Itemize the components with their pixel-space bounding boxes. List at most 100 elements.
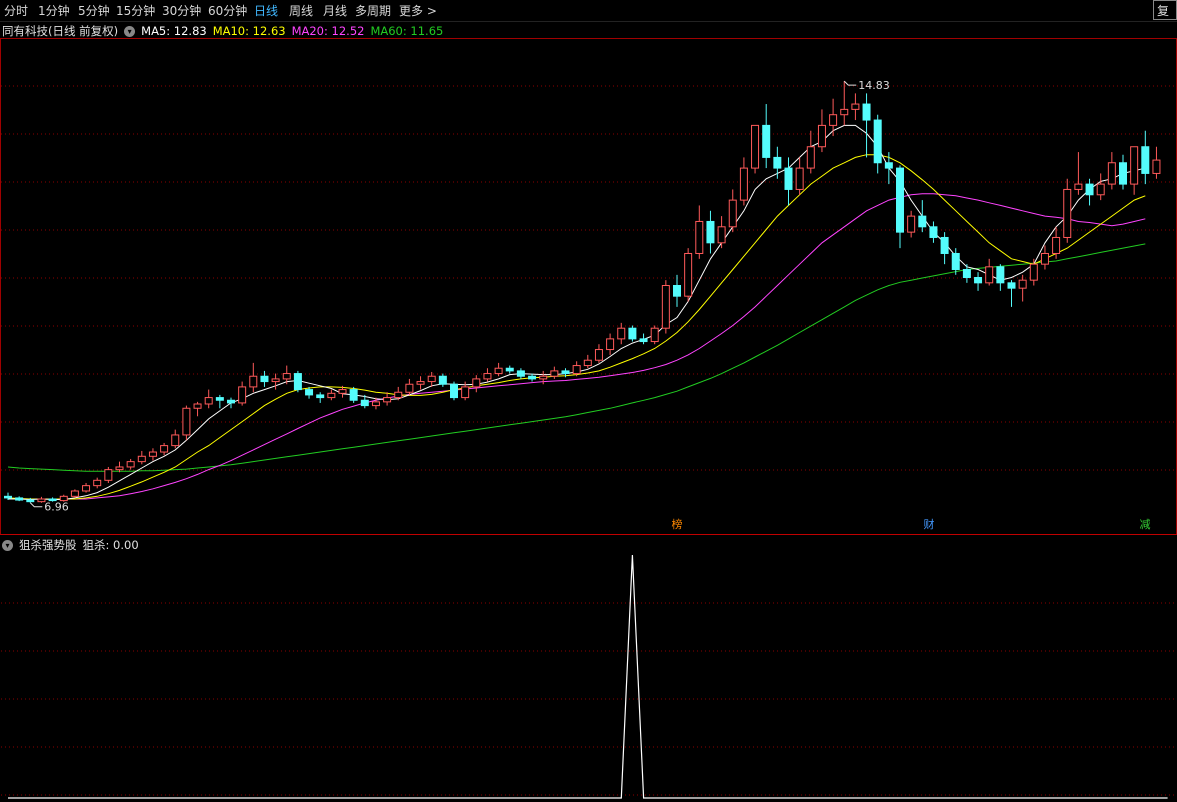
period-tab-4[interactable]: 30分钟	[162, 2, 201, 19]
period-tab-7[interactable]: 周线	[289, 2, 313, 19]
candle-body-down	[784, 167, 793, 190]
candle-body-up	[661, 285, 670, 329]
candle-body-up	[840, 108, 849, 116]
candle-body-down	[940, 236, 949, 254]
candle-body-up	[182, 407, 191, 436]
candle-body-up	[806, 146, 815, 169]
candle-body-down	[293, 373, 302, 391]
period-tab-0[interactable]: 分时	[4, 2, 28, 19]
period-tab-6[interactable]: 日线	[254, 2, 278, 19]
candle-body-down	[884, 162, 893, 169]
candle-body-down	[260, 375, 269, 383]
candle-body-down	[896, 167, 904, 233]
candle-body-down	[1141, 146, 1150, 174]
candle-body-up	[193, 403, 202, 409]
candle-body-down	[561, 370, 570, 375]
candle-body-up	[394, 391, 403, 399]
candle-body-down	[929, 226, 938, 238]
candle-body-up	[371, 401, 380, 407]
ma60-line	[7, 243, 1146, 472]
candle-body-up	[1018, 279, 1027, 289]
candle-body-up	[494, 367, 503, 375]
candle-body-down	[15, 497, 24, 501]
candle-body-up	[282, 373, 291, 380]
low-price-label: 6.96	[44, 501, 69, 514]
candle-body-up	[238, 386, 247, 404]
candle-body-up	[171, 434, 180, 447]
period-tab-2[interactable]: 5分钟	[78, 2, 110, 19]
period-tab-3[interactable]: 15分钟	[116, 2, 155, 19]
candle-body-down	[215, 397, 224, 401]
candle-body-up	[115, 466, 124, 471]
low-pointer	[29, 502, 43, 508]
candle-body-up	[160, 445, 169, 453]
candle-body-up	[1063, 188, 1072, 238]
candle-body-down	[1007, 282, 1016, 289]
candle-body-up	[617, 327, 626, 340]
candle-body-down	[305, 389, 314, 396]
high-pointer	[843, 80, 857, 86]
candle-body-down	[438, 375, 447, 385]
candle-body-down	[505, 367, 514, 372]
candle-body-up	[829, 114, 838, 126]
candle-body-up	[126, 461, 135, 468]
candle-body-down	[450, 383, 458, 399]
candle-body-down	[316, 394, 325, 399]
candle-body-up	[427, 375, 436, 383]
period-tab-1[interactable]: 1分钟	[38, 2, 70, 19]
candle-body-up	[461, 386, 470, 399]
candle-body-up	[550, 370, 559, 377]
candle-body-up	[1152, 159, 1161, 174]
candle-body-down	[628, 327, 637, 340]
candle-body-down	[26, 499, 35, 503]
candle-body-down	[996, 266, 1005, 284]
candle-body-down	[1085, 183, 1094, 196]
candlestick-chart[interactable]: 14.83 6.96	[0, 0, 1177, 802]
candle-body-up	[1107, 162, 1116, 185]
candle-body-up	[1029, 263, 1038, 281]
candle-body-up	[985, 266, 994, 284]
candle-body-up	[483, 373, 492, 380]
event-marker-jian[interactable]: 减	[1138, 518, 1152, 532]
candle-body-down	[516, 370, 525, 377]
signal-line	[8, 554, 1168, 799]
candle-body-up	[1040, 252, 1049, 265]
period-tab-5[interactable]: 60分钟	[208, 2, 247, 19]
candle-body-up	[104, 469, 113, 481]
candle-body-up	[93, 479, 102, 487]
settings-circle-icon[interactable]: ▾	[124, 26, 136, 37]
sub-settings-circle-icon[interactable]: ▾	[2, 540, 13, 551]
restore-button[interactable]: 复权	[1153, 0, 1177, 20]
candle-body-down	[48, 498, 57, 502]
high-price-label: 14.83	[858, 79, 890, 92]
period-tab-10[interactable]: 更多 >	[399, 2, 437, 19]
candle-body-up	[795, 167, 804, 190]
candle-body-down	[706, 220, 715, 244]
ma20-line	[8, 193, 1146, 500]
candle-body-down	[360, 399, 369, 407]
candle-body-up	[416, 381, 425, 385]
candle-body-up	[472, 378, 481, 388]
ma5-label: MA5: 12.83	[141, 24, 207, 38]
period-tab-9[interactable]: 多周期	[355, 2, 391, 19]
candle-body-up	[907, 215, 916, 233]
candle-body-up	[606, 338, 615, 351]
candle-body-up	[82, 485, 91, 492]
candle-body-down	[773, 156, 782, 169]
ma10-line	[7, 154, 1146, 500]
indicator-value: 狙杀: 0.00	[82, 538, 139, 552]
candle-body-up	[739, 167, 748, 201]
event-marker-bang[interactable]: 榜	[670, 518, 684, 532]
candle-body-down	[918, 215, 927, 228]
event-marker-cai[interactable]: 财	[922, 518, 936, 532]
candle-body-up	[137, 455, 146, 463]
candle-body-up	[728, 199, 737, 228]
candle-body-up	[851, 103, 860, 110]
candle-body-up	[817, 124, 826, 148]
main-chart-frame	[0, 38, 1177, 535]
period-tab-8[interactable]: 月线	[323, 2, 347, 19]
candle-body-up	[249, 375, 258, 388]
candle-body-up	[684, 252, 693, 297]
candle-body-down	[762, 124, 771, 158]
candle-body-up	[37, 498, 46, 503]
